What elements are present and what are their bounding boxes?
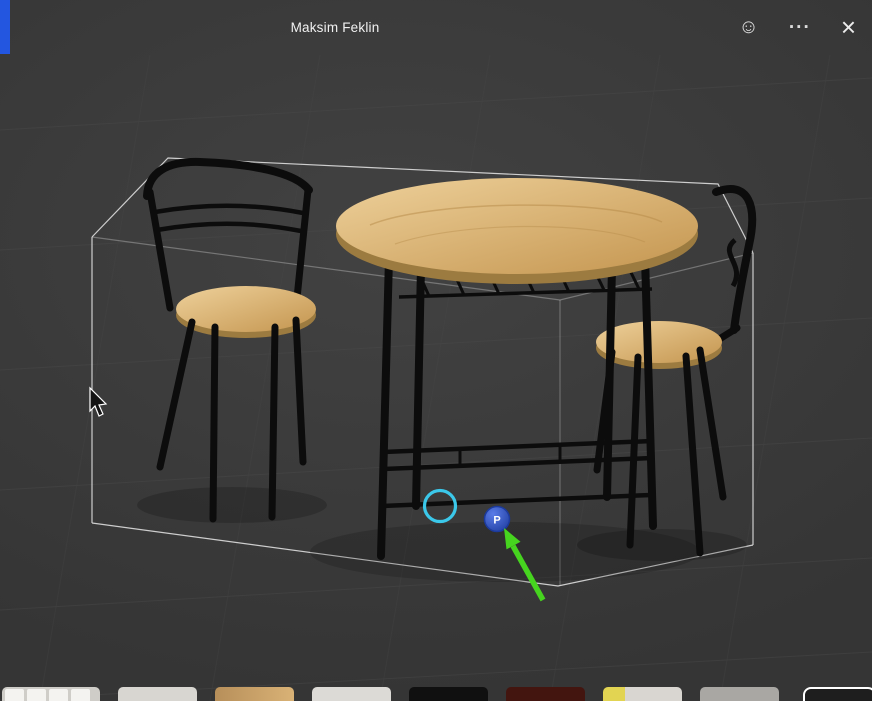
- app-window: P Maksim Feklin ☺ ··· ×: [0, 0, 872, 701]
- thumbnail-strip: [2, 687, 872, 701]
- thumbnail-tile[interactable]: [506, 687, 585, 701]
- thumbnail-tile[interactable]: [603, 687, 682, 701]
- thumbnail-subitem: [27, 689, 46, 701]
- more-options-icon[interactable]: ···: [789, 17, 811, 39]
- close-icon[interactable]: ×: [841, 12, 856, 43]
- thumbnail-tile[interactable]: [312, 687, 391, 701]
- thumbnail-tile[interactable]: [215, 687, 294, 701]
- thumbnail-tile[interactable]: [409, 687, 488, 701]
- window-title: Maksim Feklin: [290, 20, 380, 35]
- thumbnail-tile[interactable]: [700, 687, 779, 701]
- thumbnail-subitem: [71, 689, 90, 701]
- grid-lines: [0, 54, 872, 701]
- thumbnail-tile[interactable]: [2, 687, 100, 701]
- thumbnail-tile[interactable]: [803, 687, 872, 701]
- thumbnail-tile[interactable]: [118, 687, 197, 701]
- pivot-marker[interactable]: P: [483, 505, 511, 533]
- feedback-smiley-icon[interactable]: ☺: [738, 16, 758, 39]
- chair-left: [143, 157, 316, 523]
- edge-accent: [0, 0, 10, 54]
- thumbnail-subitem: [5, 689, 24, 701]
- viewport-3d[interactable]: P: [0, 0, 872, 701]
- title-bar: Maksim Feklin ☺ ··· ×: [0, 0, 872, 55]
- pivot-marker-label: P: [493, 515, 500, 527]
- thumbnail-subitem: [49, 689, 68, 701]
- window-controls: ☺ ··· ×: [738, 0, 872, 55]
